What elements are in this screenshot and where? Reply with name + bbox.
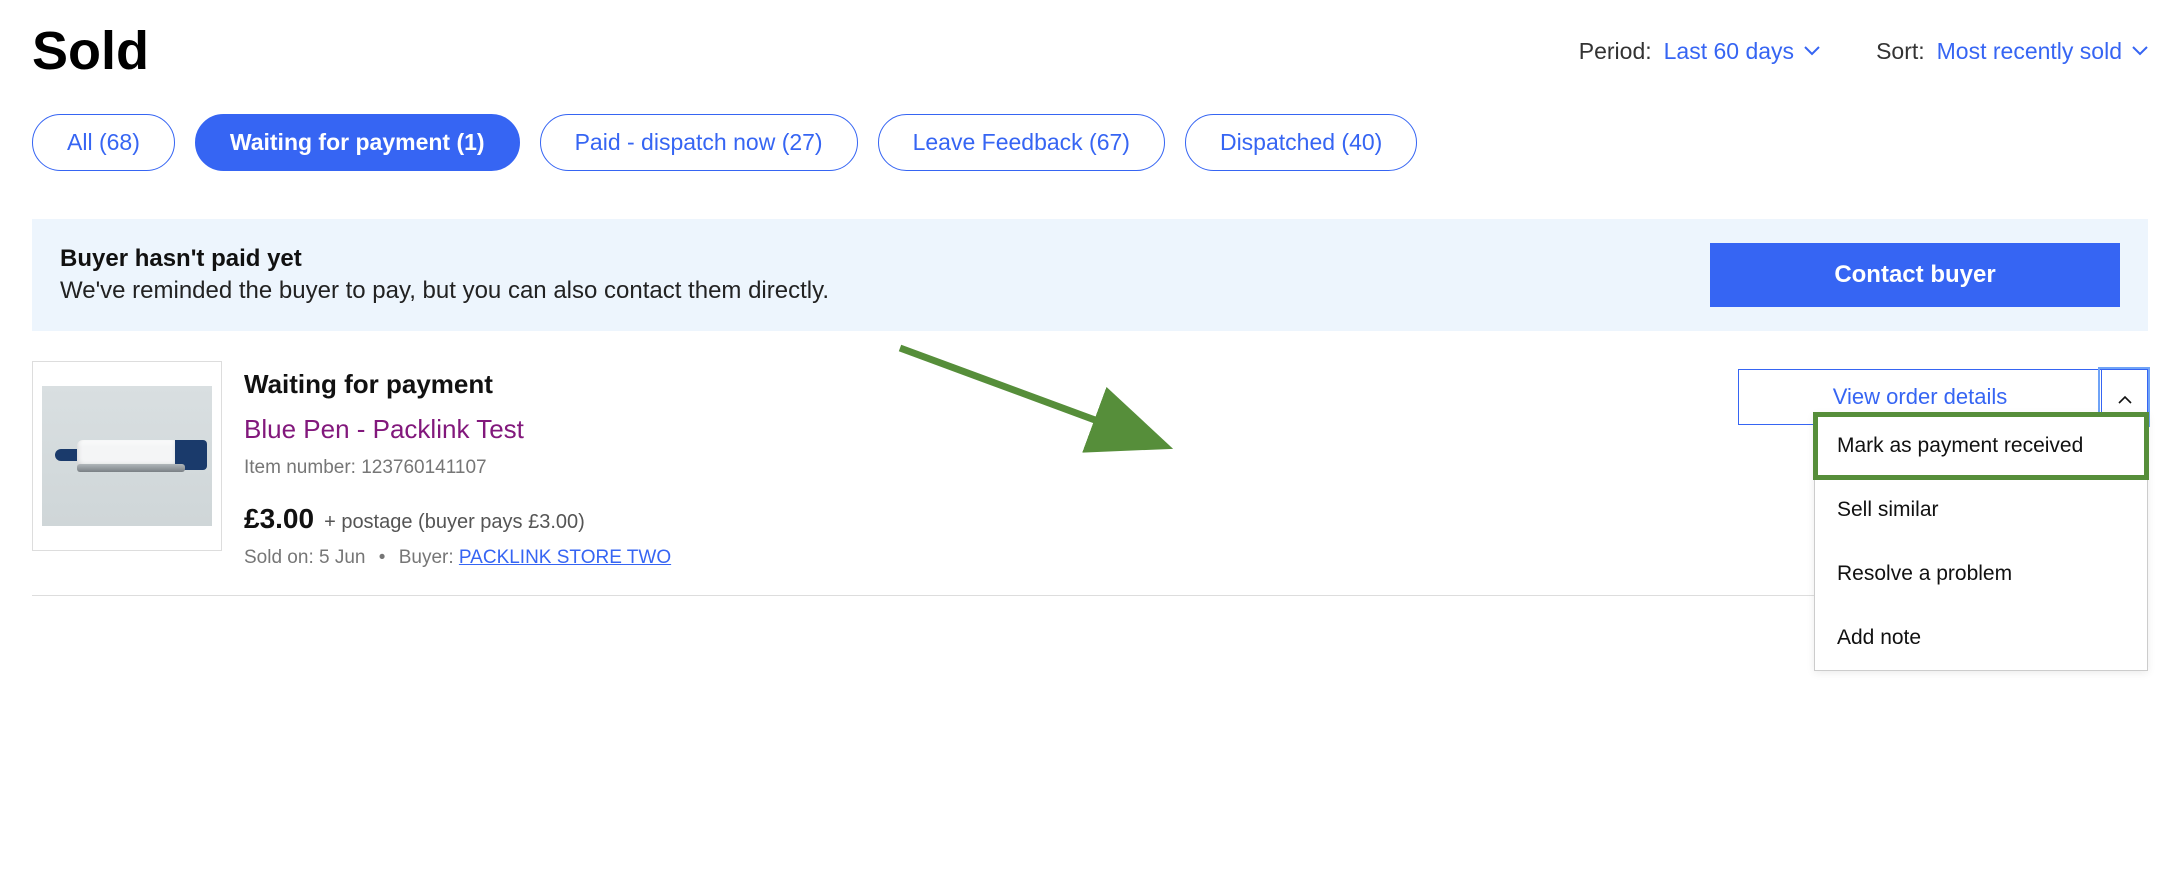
dropdown-sell-similar[interactable]: Sell similar [1815, 478, 2147, 542]
page-title: Sold [32, 20, 149, 82]
price-postage: + postage (buyer pays £3.00) [324, 511, 585, 534]
tab-waiting-payment[interactable]: Waiting for payment (1) [195, 114, 520, 171]
tab-leave-feedback[interactable]: Leave Feedback (67) [878, 114, 1165, 171]
alert-banner: Buyer hasn't paid yet We've reminded the… [32, 219, 2148, 331]
meta-row: Sold on: 5 Jun • Buyer: PACKLINK STORE T… [244, 547, 1716, 569]
meta-separator: • [379, 547, 386, 568]
order-status: Waiting for payment [244, 369, 1716, 400]
sort-value[interactable]: Most recently sold [1937, 38, 2148, 65]
item-thumbnail[interactable] [32, 361, 222, 551]
tab-paid-dispatch[interactable]: Paid - dispatch now (27) [540, 114, 858, 171]
dropdown-add-note[interactable]: Add note [1815, 606, 2147, 670]
tabs-row: All (68) Waiting for payment (1) Paid - … [32, 114, 2148, 171]
item-number: Item number: 123760141107 [244, 457, 1716, 479]
price-main: £3.00 [244, 503, 314, 535]
chevron-up-icon [2118, 384, 2132, 410]
buyer-label: Buyer: [399, 547, 459, 568]
contact-buyer-button[interactable]: Contact buyer [1710, 243, 2120, 307]
dropdown-resolve-problem[interactable]: Resolve a problem [1815, 542, 2147, 606]
tab-all[interactable]: All (68) [32, 114, 175, 171]
filter-controls: Period: Last 60 days Sort: Most recently… [1579, 38, 2148, 65]
sort-filter[interactable]: Sort: Most recently sold [1876, 38, 2148, 65]
order-row: Waiting for payment Blue Pen - Packlink … [32, 351, 2148, 596]
period-label: Period: [1579, 38, 1652, 65]
chevron-down-icon [1804, 46, 1820, 56]
sort-value-text: Most recently sold [1937, 38, 2122, 65]
price-row: £3.00 + postage (buyer pays £3.00) [244, 503, 1716, 535]
dropdown-mark-payment-received[interactable]: Mark as payment received [1815, 414, 2147, 478]
item-title-link[interactable]: Blue Pen - Packlink Test [244, 414, 1716, 445]
alert-title: Buyer hasn't paid yet [60, 245, 1710, 273]
order-actions: View order details Mark as payment recei… [1738, 361, 2148, 425]
buyer-link[interactable]: PACKLINK STORE TWO [459, 547, 671, 568]
sort-label: Sort: [1876, 38, 1925, 65]
period-value-text: Last 60 days [1664, 38, 1794, 65]
sold-on-label: Sold on: [244, 547, 319, 568]
period-filter[interactable]: Period: Last 60 days [1579, 38, 1820, 65]
tab-dispatched[interactable]: Dispatched (40) [1185, 114, 1417, 171]
alert-subtitle: We've reminded the buyer to pay, but you… [60, 277, 1710, 305]
item-number-label: Item number: [244, 457, 361, 478]
sold-on-value: 5 Jun [319, 547, 365, 568]
chevron-down-icon [2132, 46, 2148, 56]
order-details: Waiting for payment Blue Pen - Packlink … [244, 361, 1716, 569]
item-number-value: 123760141107 [361, 457, 486, 478]
dropdown-menu: Mark as payment received Sell similar Re… [1814, 413, 2148, 671]
period-value[interactable]: Last 60 days [1664, 38, 1820, 65]
